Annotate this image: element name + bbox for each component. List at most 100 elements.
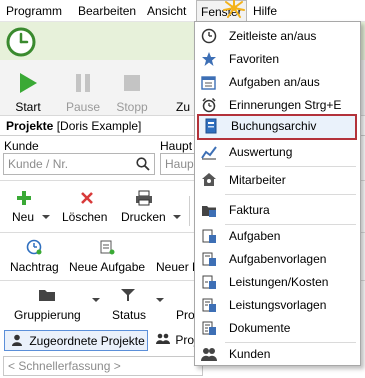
printer-icon bbox=[136, 190, 152, 206]
menu-item-label: Dokumente bbox=[229, 321, 291, 335]
neu-label: Neu bbox=[12, 210, 35, 224]
menu-item-buchungsarchiv[interactable]: Buchungsarchiv bbox=[197, 114, 357, 140]
menu-item-label: Zeitleiste an/aus bbox=[229, 29, 317, 43]
tab-zugeordnete-label: Zugeordnete Projekte bbox=[29, 334, 145, 348]
start-label: Start bbox=[15, 100, 41, 114]
menu-item-label: Leistungen/Kosten bbox=[229, 275, 329, 289]
menu-programm[interactable]: Programm bbox=[6, 4, 62, 18]
drucken-label: Drucken bbox=[121, 210, 166, 224]
archive-icon bbox=[205, 118, 217, 134]
menu-separator bbox=[225, 194, 356, 195]
tab-zugeordnete-projekte[interactable]: Zugeordnete Projekte bbox=[4, 330, 148, 351]
delete-x-icon bbox=[81, 192, 93, 204]
stopp-button[interactable]: Stopp bbox=[112, 66, 152, 114]
search-icon[interactable] bbox=[136, 157, 150, 171]
chevron-down-icon[interactable] bbox=[92, 298, 100, 302]
toolbar-cut-label: Zu bbox=[176, 100, 191, 114]
stopp-label: Stopp bbox=[116, 100, 148, 114]
pause-label: Pause bbox=[65, 100, 101, 114]
fenster-dropdown-menu: Zeitleiste an/aus Favoriten Aufgaben an/… bbox=[194, 21, 361, 366]
menu-item-favoriten[interactable]: Favoriten bbox=[195, 47, 360, 71]
gruppierung-label: Gruppierung bbox=[14, 308, 81, 322]
menu-item-label: Mitarbeiter bbox=[229, 173, 286, 187]
clock-add-icon bbox=[26, 239, 42, 255]
projekt-filter-label: Pro bbox=[176, 308, 195, 322]
menu-bearbeiten[interactable]: Bearbeiten bbox=[78, 4, 136, 18]
clock-icon bbox=[201, 28, 217, 44]
task-add-icon bbox=[100, 240, 115, 255]
projekt-filter-button[interactable]: Pro bbox=[176, 286, 196, 326]
menu-item-aufgabenvorlagen[interactable]: Aufgabenvorlagen bbox=[195, 247, 360, 271]
customers-icon bbox=[201, 348, 217, 361]
plus-icon bbox=[17, 191, 31, 205]
menu-item-label: Leistungsvorlagen bbox=[229, 298, 327, 312]
menu-item-label: Favoriten bbox=[229, 52, 280, 66]
pause-icon bbox=[76, 74, 90, 92]
menu-item-faktura[interactable]: Faktura bbox=[195, 198, 360, 222]
schnellerfassung-placeholder: < Schnellerfassung > bbox=[8, 359, 121, 373]
chevron-down-icon[interactable] bbox=[156, 298, 164, 302]
tab-projekte[interactable]: Proj bbox=[150, 330, 200, 351]
menu-item-zeitleiste[interactable]: Zeitleiste an/aus bbox=[195, 24, 360, 48]
filter-icon bbox=[121, 289, 135, 301]
star-icon bbox=[202, 52, 216, 66]
folder-icon bbox=[39, 290, 55, 301]
neu-button[interactable]: Neu bbox=[12, 188, 52, 228]
people-icon bbox=[156, 333, 170, 344]
menu-item-leistungen-kosten[interactable]: Leistungen/Kosten bbox=[195, 270, 360, 294]
loeschen-button[interactable]: Löschen bbox=[62, 188, 112, 228]
start-button[interactable]: Start bbox=[10, 66, 46, 114]
projects-context: [Doris Example] bbox=[56, 119, 142, 133]
menu-item-mitarbeiter[interactable]: Mitarbeiter bbox=[195, 168, 360, 192]
menu-hilfe[interactable]: Hilfe bbox=[253, 4, 277, 18]
services-icon bbox=[202, 275, 216, 289]
alarm-clock-icon bbox=[202, 97, 216, 113]
person-icon bbox=[12, 334, 22, 346]
menu-item-dokumente[interactable]: Dokumente bbox=[195, 316, 360, 340]
toolbar-separator bbox=[189, 196, 190, 226]
chevron-down-icon[interactable] bbox=[42, 215, 50, 219]
haupt-placeholder: Haupt bbox=[165, 157, 198, 171]
menu-separator bbox=[225, 166, 356, 167]
status-label: Status bbox=[112, 308, 147, 322]
status-button[interactable]: Status bbox=[112, 286, 164, 326]
loeschen-label: Löschen bbox=[62, 210, 108, 224]
service-template-icon bbox=[202, 298, 216, 312]
pause-button[interactable]: Pause bbox=[63, 66, 103, 114]
nachtrag-button[interactable]: Nachtrag bbox=[10, 238, 60, 278]
task-list-icon bbox=[202, 229, 216, 243]
menu-bar: Programm Bearbeiten Ansicht Fenster Hilf… bbox=[0, 0, 365, 22]
neue-aufgabe-label: Neue Aufgabe bbox=[69, 260, 146, 274]
stop-icon bbox=[124, 75, 140, 91]
menu-ansicht[interactable]: Ansicht bbox=[147, 4, 186, 18]
menu-item-label: Aufgaben an/aus bbox=[229, 75, 320, 89]
menu-item-kunden[interactable]: Kunden bbox=[195, 342, 360, 366]
cursor-highlight-icon bbox=[223, 0, 245, 18]
neue-aufgabe-button[interactable]: Neue Aufgabe bbox=[69, 238, 147, 278]
haupt-label: Haupt bbox=[160, 139, 193, 153]
menu-item-label: Erinnerungen Strg+E bbox=[229, 98, 342, 112]
play-icon bbox=[20, 73, 37, 93]
neuer-kunde-button[interactable]: Neuer K bbox=[156, 238, 200, 278]
drucken-button[interactable]: Drucken bbox=[121, 188, 181, 228]
menu-item-leistungsvorlagen[interactable]: Leistungsvorlagen bbox=[195, 293, 360, 317]
menu-item-aufgaben[interactable]: Aufgaben bbox=[195, 224, 360, 248]
chevron-down-icon[interactable] bbox=[173, 215, 181, 219]
people-icon bbox=[202, 173, 216, 186]
gruppierung-button[interactable]: Gruppierung bbox=[14, 286, 100, 326]
tasks-icon bbox=[201, 76, 216, 90]
kunde-search-input[interactable]: Kunde / Nr. bbox=[3, 153, 155, 175]
menu-item-auswertung[interactable]: Auswertung bbox=[195, 140, 360, 164]
menu-item-label: Faktura bbox=[229, 203, 270, 217]
projects-title: Projekte bbox=[6, 119, 54, 133]
menu-item-label: Aufgaben bbox=[229, 229, 281, 243]
chart-icon bbox=[201, 146, 217, 160]
toolbar-cut-button[interactable]: Zu bbox=[176, 66, 194, 114]
schnellerfassung-input[interactable]: < Schnellerfassung > bbox=[3, 356, 203, 376]
menu-item-label: Auswertung bbox=[229, 145, 293, 159]
nachtrag-label: Nachtrag bbox=[10, 260, 59, 274]
timeline-clock-icon[interactable] bbox=[6, 27, 36, 57]
invoice-icon bbox=[202, 206, 216, 217]
kunde-placeholder: Kunde / Nr. bbox=[8, 157, 69, 171]
menu-item-aufgaben-an-aus[interactable]: Aufgaben an/aus bbox=[195, 70, 360, 94]
